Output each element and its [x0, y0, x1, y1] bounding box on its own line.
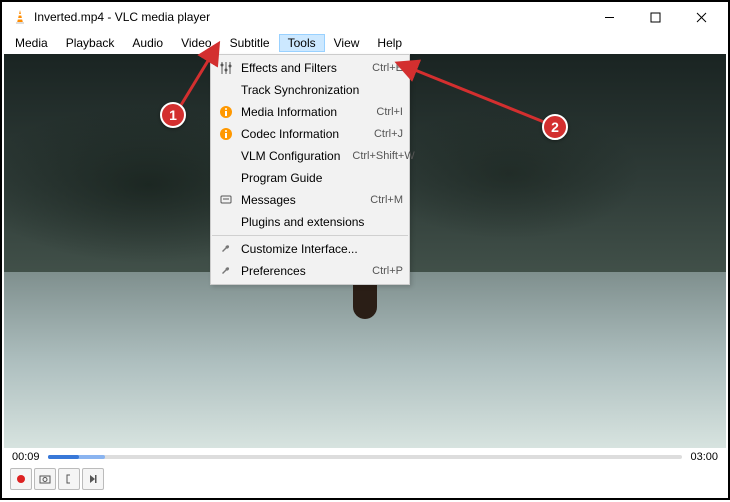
- total-time: 03:00: [690, 451, 718, 463]
- annotation-marker-2: 2: [542, 114, 568, 140]
- menu-customize-interface[interactable]: Customize Interface...: [211, 238, 409, 260]
- record-icon: [17, 475, 25, 483]
- menu-plugins[interactable]: Plugins and extensions: [211, 211, 409, 233]
- step-icon: [88, 474, 98, 484]
- menu-preferences[interactable]: Preferences Ctrl+P: [211, 260, 409, 282]
- messages-icon: [217, 191, 235, 209]
- loop-a-button[interactable]: [58, 468, 80, 490]
- menu-effects-and-filters[interactable]: Effects and Filters Ctrl+E: [211, 57, 409, 79]
- window-title: Inverted.mp4 - VLC media player: [34, 10, 586, 24]
- camera-icon: [39, 474, 51, 484]
- maximize-button[interactable]: [632, 2, 678, 32]
- annotation-marker-1: 1: [160, 102, 186, 128]
- info-icon: [217, 103, 235, 121]
- current-time: 00:09: [12, 451, 40, 463]
- menu-tools[interactable]: Tools: [279, 34, 325, 52]
- menu-separator: [212, 235, 408, 236]
- effects-label: Effects and Filters: [241, 61, 360, 75]
- menu-program-guide[interactable]: Program Guide: [211, 167, 409, 189]
- record-button[interactable]: [10, 468, 32, 490]
- wrench-icon: [217, 240, 235, 258]
- vlc-cone-icon: [12, 9, 28, 25]
- menu-codec-information[interactable]: Codec Information Ctrl+J: [211, 123, 409, 145]
- window-controls: [586, 2, 724, 32]
- menu-track-sync[interactable]: Track Synchronization: [211, 79, 409, 101]
- menu-subtitle[interactable]: Subtitle: [221, 34, 279, 52]
- menu-help[interactable]: Help: [368, 34, 411, 52]
- bottom-bar: 00:09 03:00: [4, 448, 726, 496]
- menu-messages[interactable]: Messages Ctrl+M: [211, 189, 409, 211]
- menu-media-information[interactable]: Media Information Ctrl+I: [211, 101, 409, 123]
- menu-vlm-config[interactable]: VLM Configuration Ctrl+Shift+W: [211, 145, 409, 167]
- info-icon: [217, 125, 235, 143]
- menu-audio[interactable]: Audio: [123, 34, 172, 52]
- playback-controls: [4, 466, 726, 492]
- menubar: Media Playback Audio Video Subtitle Tool…: [2, 32, 728, 54]
- menu-view[interactable]: View: [325, 34, 369, 52]
- titlebar: Inverted.mp4 - VLC media player: [2, 2, 728, 32]
- sliders-icon: [217, 59, 235, 77]
- bracket-left-icon: [64, 474, 74, 484]
- timeline: 00:09 03:00: [4, 448, 726, 466]
- snapshot-button[interactable]: [34, 468, 56, 490]
- minimize-button[interactable]: [586, 2, 632, 32]
- frame-step-button[interactable]: [82, 468, 104, 490]
- menu-playback[interactable]: Playback: [57, 34, 124, 52]
- menu-media[interactable]: Media: [6, 34, 57, 52]
- close-button[interactable]: [678, 2, 724, 32]
- menu-video[interactable]: Video: [172, 34, 220, 52]
- wrench-icon: [217, 262, 235, 280]
- effects-shortcut: Ctrl+E: [360, 62, 403, 74]
- seek-slider[interactable]: [48, 455, 683, 459]
- tools-dropdown: Effects and Filters Ctrl+E Track Synchro…: [210, 54, 410, 285]
